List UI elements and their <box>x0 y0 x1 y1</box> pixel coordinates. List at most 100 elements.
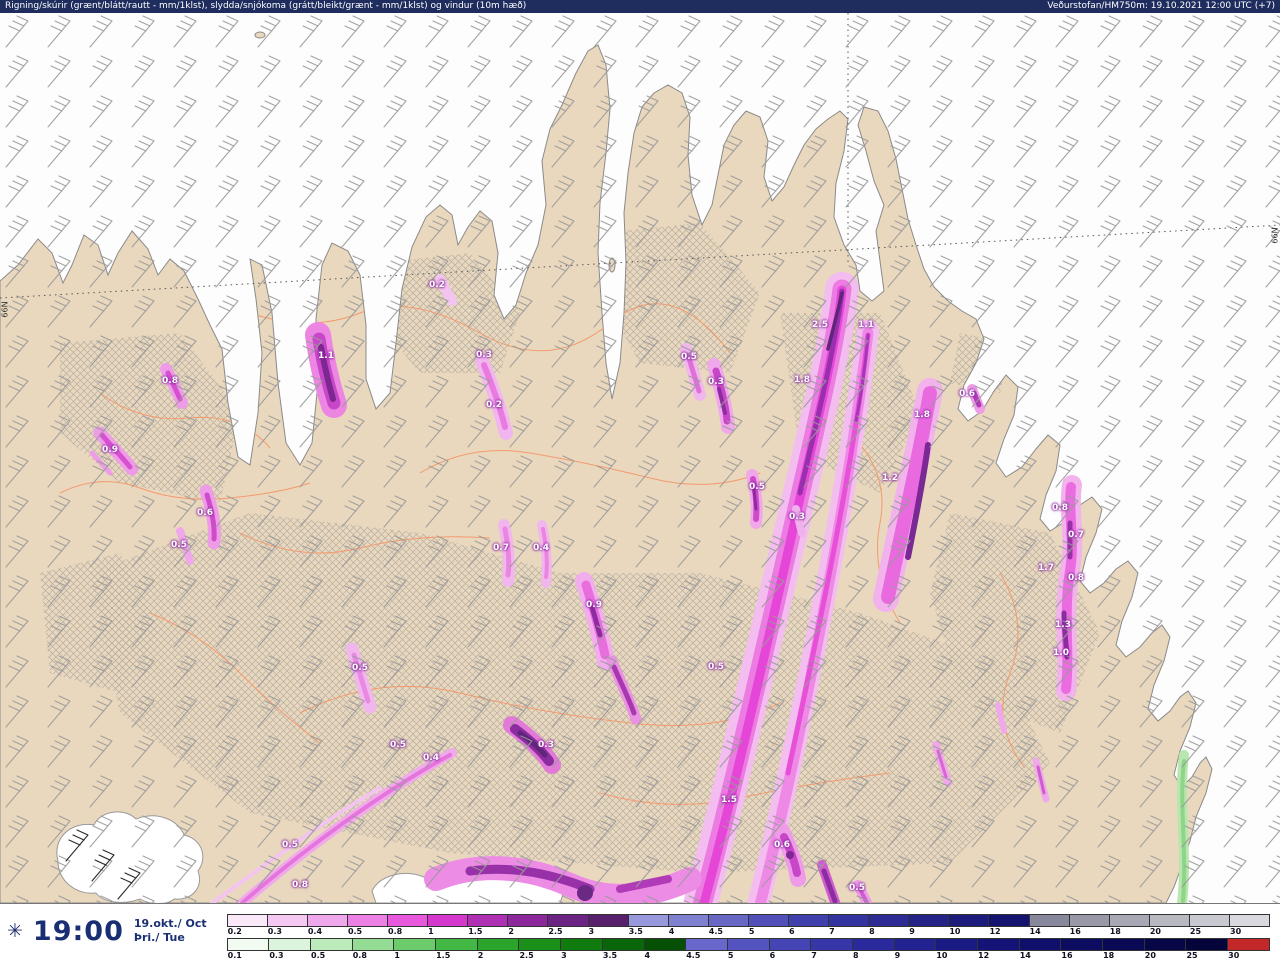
snow-scale-cell: 3 <box>561 938 603 958</box>
snow-scale-cell: 2.5 <box>519 938 562 958</box>
latitude-label-left: 66N <box>0 301 10 318</box>
rain-scale-cell: 0.2 <box>227 914 268 936</box>
snow-color-scale: 0.1 0.3 0.5 0.8 1 1.5 2 2.5 3 3.5 4 4.5 5 6 7 8 9 10 12 14 1… <box>226 937 1270 958</box>
snow-scale-value: 18 <box>1103 950 1115 958</box>
rain-scale-value: 12 <box>989 926 1001 936</box>
rain-scale-cell: 3.5 <box>628 914 669 936</box>
snow-scale-cell: 0.3 <box>269 938 312 958</box>
rain-scale-cell: 4 <box>668 914 709 936</box>
snow-scale-value: 5 <box>727 950 734 958</box>
snow-scale-cell: 1 <box>394 938 437 958</box>
rain-scale-value: 0.8 <box>388 926 403 936</box>
rain-scale-value: 7 <box>829 926 835 936</box>
snow-scale-cell: 10 <box>936 938 979 958</box>
snow-scale-cell: 4.5 <box>686 938 728 958</box>
snow-scale-cell: 6 <box>769 938 812 958</box>
snow-scale-cell: 2 <box>477 938 520 958</box>
rain-scale-cell: 0.4 <box>307 914 348 936</box>
forecast-date: 19.okt./ Oct Þri./ Tue <box>134 917 207 946</box>
snow-scale-value: 3 <box>561 950 567 958</box>
snow-scale-cell: 0.8 <box>352 938 395 958</box>
snow-scale-value: 0.5 <box>311 950 326 958</box>
vedurstofan-logo-icon: ✳ <box>7 919 23 942</box>
snow-scale-value: 25 <box>1186 950 1198 958</box>
rain-scale-cell: 5 <box>748 914 789 936</box>
snow-scale-cell: 3.5 <box>602 938 645 958</box>
rain-scale-cell: 4.5 <box>708 914 749 936</box>
forecast-time: 19:00 <box>32 915 124 947</box>
snow-scale-cell: 9 <box>894 938 937 958</box>
snow-scale-value: 0.8 <box>352 950 367 958</box>
snow-scale-value: 10 <box>936 950 948 958</box>
rain-scale-cell: 12 <box>989 914 1030 936</box>
snow-scale-cell: 1.5 <box>436 938 478 958</box>
rain-scale-value: 0.5 <box>347 926 363 936</box>
rain-scale-value: 6 <box>788 926 795 936</box>
snow-scale-cell: 5 <box>727 938 770 958</box>
snow-scale-value: 1.5 <box>436 950 451 958</box>
bottom-bar: ✳ 19:00 19.okt./ Oct Þri./ Tue 0.2 0.3 0.4… <box>0 903 1280 958</box>
model-run-info: Veðurstofan/HM750m: 19.10.2021 12:00 UTC… <box>1047 1 1275 11</box>
rain-scale-cell: 0.8 <box>388 914 429 936</box>
rain-scale-value: 3.5 <box>628 926 643 936</box>
rain-scale-value: 10 <box>949 926 961 936</box>
rain-scale-cell: 10 <box>949 914 990 936</box>
snow-scale-cell: 12 <box>978 938 1020 958</box>
snow-scale-value: 2.5 <box>519 950 534 958</box>
legend: 0.2 0.3 0.4 0.5 0.8 1 1.5 2 2.5 3 3.5 4 4.5 5 6 7 8 9 10 12… <box>226 913 1271 958</box>
forecast-date-bottom: Þri./ Tue <box>133 931 185 944</box>
snow-scale-cell: 16 <box>1061 938 1104 958</box>
snow-scale-cell: 4 <box>644 938 687 958</box>
rain-scale-value: 3 <box>588 926 595 936</box>
latitude-label-right: 66N <box>1270 227 1280 244</box>
snow-scale-value: 9 <box>894 950 901 958</box>
snow-scale-value: 30 <box>1228 950 1240 958</box>
snow-scale-value: 3.5 <box>602 950 618 958</box>
rain-scale-value: 18 <box>1109 926 1121 936</box>
snow-scale-value: 4.5 <box>686 950 701 958</box>
rain-scale-cell: 9 <box>909 914 950 936</box>
snow-scale-cell: 25 <box>1186 938 1229 958</box>
rain-scale-value: 30 <box>1230 926 1242 936</box>
rain-scale-value: 14 <box>1029 926 1041 936</box>
weather-forecast-viewer: Rigning/skúrir (grænt/blátt/rautt - mm/1… <box>0 0 1280 958</box>
snow-scale-value: 0.3 <box>269 950 284 958</box>
rain-scale-value: 0.4 <box>307 926 323 936</box>
rain-scale-value: 8 <box>869 926 875 936</box>
rain-color-scale: 0.2 0.3 0.4 0.5 0.8 1 1.5 2 2.5 3 3.5 4 4.5 5 6 7 8 9 10 12… <box>226 913 1271 936</box>
snow-scale-value: 20 <box>1144 950 1156 958</box>
snow-scale-cell: 18 <box>1103 938 1145 958</box>
snow-scale-value: 8 <box>852 950 859 958</box>
snow-scale-value: 12 <box>978 950 990 958</box>
rain-scale-cell: 0.5 <box>347 914 389 936</box>
snow-scale-cell: 0.5 <box>311 938 353 958</box>
snow-scale-cell: 20 <box>1144 938 1187 958</box>
rain-scale-value: 0.2 <box>227 926 242 936</box>
rain-scale-cell: 30 <box>1230 914 1271 936</box>
rain-scale-value: 2 <box>508 926 514 936</box>
snow-scale-cell: 14 <box>1019 938 1062 958</box>
rain-scale-value: 1.5 <box>468 926 483 936</box>
rain-scale-cell: 3 <box>588 914 629 936</box>
snow-scale-value: 1 <box>394 950 400 958</box>
rain-scale-value: 4.5 <box>708 926 723 936</box>
rain-scale-cell: 7 <box>829 914 870 936</box>
iceland-weather-map <box>0 13 1280 903</box>
rain-scale-cell: 16 <box>1069 914 1110 936</box>
snow-scale-cell: 30 <box>1228 938 1270 958</box>
rain-scale-cell: 18 <box>1109 914 1150 936</box>
rain-scale-value: 5 <box>748 926 755 936</box>
rain-scale-value: 20 <box>1149 926 1161 936</box>
rain-scale-cell: 8 <box>869 914 910 936</box>
snow-scale-cell: 8 <box>852 938 895 958</box>
rain-scale-value: 0.3 <box>267 926 282 936</box>
snow-scale-value: 0.1 <box>227 950 242 958</box>
rain-scale-cell: 14 <box>1029 914 1070 936</box>
snow-scale-cell: 7 <box>811 938 853 958</box>
rain-scale-value: 25 <box>1189 926 1202 936</box>
rain-scale-cell: 2.5 <box>548 914 589 936</box>
rain-scale-cell: 0.3 <box>267 914 308 936</box>
map-legend-title: Rigning/skúrir (grænt/blátt/rautt - mm/1… <box>5 1 527 11</box>
snow-scale-value: 2 <box>477 950 484 958</box>
rain-scale-cell: 20 <box>1149 914 1190 936</box>
